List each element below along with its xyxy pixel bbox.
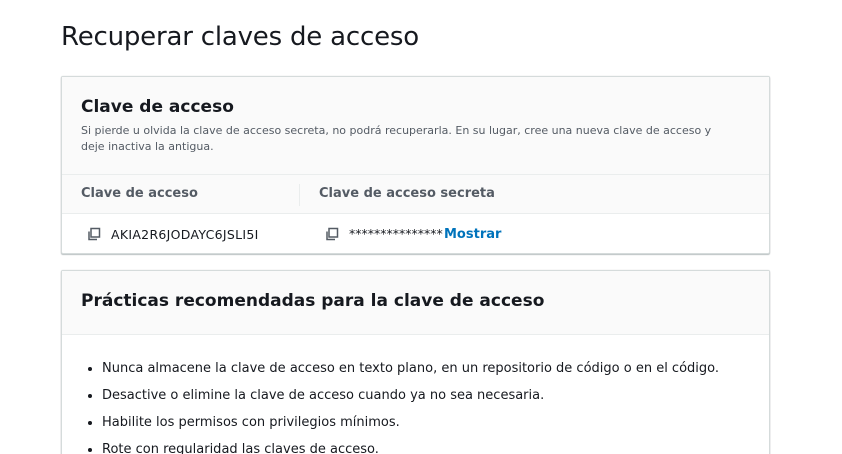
page-title: Recuperar claves de acceso xyxy=(61,22,419,52)
copy-icon[interactable] xyxy=(86,226,102,242)
list-item: Habilite los permisos con privilegios mí… xyxy=(102,409,750,436)
best-practices-card-title: Prácticas recomendadas para la clave de … xyxy=(81,291,545,311)
best-practices-card-header: Prácticas recomendadas para la clave de … xyxy=(62,271,769,335)
best-practices-list: Nunca almacene la clave de acceso en tex… xyxy=(62,335,769,454)
access-key-card-title: Clave de acceso xyxy=(81,97,234,117)
list-item: Desactive o elimine la clave de acceso c… xyxy=(102,382,750,409)
best-practices-card: Prácticas recomendadas para la clave de … xyxy=(61,270,770,454)
show-secret-link[interactable]: Mostrar xyxy=(444,227,501,242)
column-divider xyxy=(299,184,300,206)
table-row: AKIA2R6JODAYC6JSLI5I *************** Mos… xyxy=(62,214,769,254)
secret-key-masked-value: *************** xyxy=(349,226,443,241)
list-item: Rote con regularidad las claves de acces… xyxy=(102,436,750,454)
access-key-card: Clave de acceso Si pierde u olvida la cl… xyxy=(61,76,770,254)
page: Recuperar claves de acceso Clave de acce… xyxy=(0,0,842,454)
column-header-secret-key: Clave de acceso secreta xyxy=(319,186,495,201)
column-header-access-key: Clave de acceso xyxy=(81,186,198,201)
access-key-id-value: AKIA2R6JODAYC6JSLI5I xyxy=(111,227,259,242)
keys-table-header: Clave de acceso Clave de acceso secreta xyxy=(62,175,769,214)
access-key-card-header: Clave de acceso Si pierde u olvida la cl… xyxy=(62,77,769,175)
copy-secret-icon[interactable] xyxy=(324,226,340,242)
list-item: Nunca almacene la clave de acceso en tex… xyxy=(102,355,750,382)
access-key-card-description: Si pierde u olvida la clave de acceso se… xyxy=(81,124,712,153)
